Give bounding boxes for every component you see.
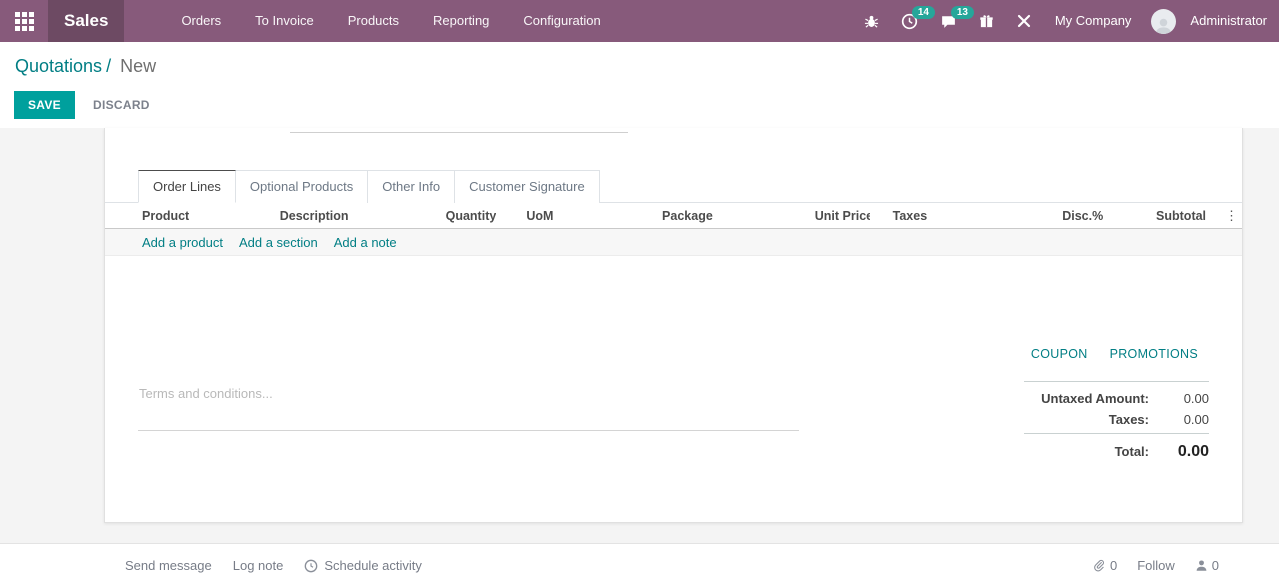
tools-icon — [1016, 13, 1032, 29]
apps-menu-button[interactable] — [0, 0, 48, 42]
menu-products[interactable]: Products — [335, 0, 412, 42]
followers-button[interactable]: 0 — [1195, 558, 1219, 573]
menu-orders[interactable]: Orders — [168, 0, 234, 42]
activities-button[interactable]: 14 — [892, 0, 927, 42]
order-lines-header-row: Product Description Quantity UoM Package… — [105, 203, 1242, 229]
tab-bar: Order Lines Optional Products Other Info… — [105, 169, 1242, 203]
total-value: 0.00 — [1149, 443, 1209, 461]
totals-divider-bottom — [1024, 433, 1209, 434]
tab-other-info[interactable]: Other Info — [368, 170, 455, 203]
bug-icon — [864, 14, 879, 29]
tab-optional-products[interactable]: Optional Products — [236, 170, 368, 203]
current-app-name[interactable]: Sales — [48, 0, 124, 42]
follow-button[interactable]: Follow — [1137, 558, 1175, 573]
column-header-disc[interactable]: Disc.% — [1047, 209, 1103, 223]
discard-button[interactable]: DISCARD — [93, 98, 150, 112]
gift-icon — [979, 14, 994, 29]
save-button[interactable]: SAVE — [14, 91, 75, 119]
column-header-taxes[interactable]: Taxes — [870, 209, 1048, 223]
paperclip-icon — [1093, 559, 1106, 573]
column-header-subtotal[interactable]: Subtotal — [1103, 209, 1206, 223]
breadcrumb-current: New — [120, 56, 156, 76]
column-header-quantity[interactable]: Quantity — [439, 209, 496, 223]
terms-and-conditions-input[interactable] — [138, 383, 799, 431]
attachments-button[interactable]: 0 — [1093, 558, 1117, 573]
breadcrumb: Quotations/ New — [15, 56, 156, 77]
breadcrumb-separator: / — [102, 56, 115, 76]
messages-button[interactable]: 13 — [931, 0, 966, 42]
form-sheet: Order Lines Optional Products Other Info… — [104, 128, 1243, 523]
send-message-button[interactable]: Send message — [125, 558, 212, 573]
column-header-product[interactable]: Product — [142, 209, 280, 223]
top-navbar: Sales Orders To Invoice Products Reporti… — [0, 0, 1279, 42]
follower-count: 0 — [1212, 558, 1219, 573]
follower-person-icon — [1195, 559, 1208, 572]
tab-customer-signature[interactable]: Customer Signature — [455, 170, 600, 203]
taxes-label: Taxes: — [1109, 412, 1149, 427]
totals-block: Untaxed Amount: 0.00 Taxes: 0.00 Total: … — [1024, 378, 1209, 464]
support-tools-button[interactable] — [1007, 0, 1041, 42]
notebook: Order Lines Optional Products Other Info… — [105, 169, 1242, 256]
untaxed-amount-value: 0.00 — [1149, 391, 1209, 406]
gift-button[interactable] — [970, 0, 1003, 42]
avatar-person-icon — [1154, 17, 1173, 34]
column-options-icon[interactable]: ⋮ — [1225, 208, 1238, 223]
promotions-button[interactable]: PROMOTIONS — [1110, 347, 1198, 361]
totals-divider-top — [1024, 381, 1209, 382]
untaxed-amount-label: Untaxed Amount: — [1041, 391, 1149, 406]
chatter-bar: Send message Log note Schedule activity … — [0, 543, 1279, 587]
apps-grid-icon — [15, 12, 34, 31]
app-menus: Orders To Invoice Products Reporting Con… — [168, 0, 613, 42]
form-view-background: Order Lines Optional Products Other Info… — [0, 128, 1279, 543]
add-a-product-link[interactable]: Add a product — [142, 235, 223, 250]
taxes-value: 0.00 — [1149, 412, 1209, 427]
breadcrumb-quotations-link[interactable]: Quotations — [15, 56, 102, 76]
company-menu[interactable]: My Company — [1045, 0, 1142, 42]
column-header-unit-price[interactable]: Unit Price — [815, 209, 870, 223]
menu-configuration[interactable]: Configuration — [510, 0, 613, 42]
attachment-count: 0 — [1110, 558, 1117, 573]
menu-reporting[interactable]: Reporting — [420, 0, 502, 42]
control-panel: Quotations/ New SAVE DISCARD — [0, 42, 1279, 128]
menu-to-invoice[interactable]: To Invoice — [242, 0, 327, 42]
page: Sales Orders To Invoice Products Reporti… — [0, 0, 1279, 587]
user-menu[interactable]: Administrator — [1180, 0, 1277, 42]
order-lines-add-row: Add a product Add a section Add a note — [105, 229, 1242, 256]
column-header-package[interactable]: Package — [662, 209, 815, 223]
log-note-button[interactable]: Log note — [233, 558, 284, 573]
schedule-clock-icon — [304, 559, 318, 573]
partial-field-underline — [290, 132, 628, 133]
coupon-button[interactable]: COUPON — [1031, 347, 1088, 361]
add-a-note-link[interactable]: Add a note — [334, 235, 397, 250]
debug-bug-icon[interactable] — [855, 0, 888, 42]
tab-order-lines[interactable]: Order Lines — [138, 170, 236, 203]
user-avatar[interactable] — [1151, 9, 1176, 34]
systray: 14 13 — [855, 0, 1279, 42]
total-label: Total: — [1115, 444, 1149, 459]
schedule-activity-button[interactable]: Schedule activity — [304, 558, 422, 573]
column-header-description[interactable]: Description — [280, 209, 440, 223]
add-a-section-link[interactable]: Add a section — [239, 235, 318, 250]
promo-buttons: COUPON PROMOTIONS — [1031, 347, 1198, 361]
column-header-uom[interactable]: UoM — [496, 209, 662, 223]
